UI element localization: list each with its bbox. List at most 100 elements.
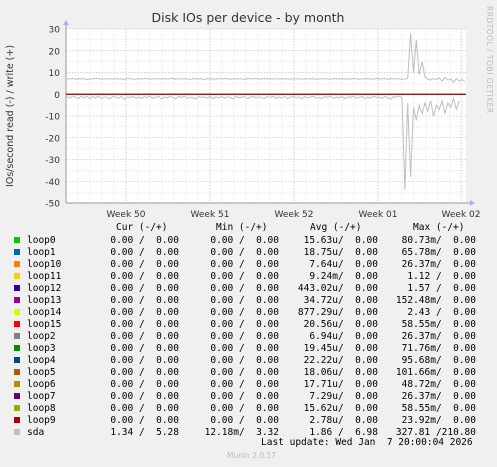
legend-avg-value: 19.45u/ 0.00 [303,343,378,354]
legend-cur-value: 0.00 / 0.00 [110,283,179,294]
legend-min-value: 0.00 / 0.00 [210,367,279,378]
legend-swatch [14,405,20,411]
legend-cur-value: 0.00 / 0.00 [110,295,179,306]
col-header-avg: Avg (-/+) [310,222,362,233]
legend-row: loop1 0.00 / 0.00 0.00 / 0.00 18.75u/ 0.00 6… [0,247,497,259]
legend-cur-value: 0.00 / 0.00 [110,403,179,414]
legend-row: loop7 0.00 / 0.00 0.00 / 0.00 7.29u/ 0.00 26… [0,391,497,403]
legend-avg-value: 7.64u/ 0.00 [309,259,378,270]
legend-min-value: 0.00 / 0.00 [210,415,279,426]
legend-max-value: 48.72m/ 0.00 [401,379,476,390]
legend-max-value: 58.55m/ 0.00 [401,403,476,414]
legend-cur-value: 0.00 / 0.00 [110,271,179,282]
legend-swatch [14,297,20,303]
legend-swatch [14,417,20,423]
legend-device-name: loop5 [27,367,56,378]
legend-min-value: 0.00 / 0.00 [210,391,279,402]
legend-max-value: 65.78m/ 0.00 [401,247,476,258]
legend-row: loop9 0.00 / 0.00 0.00 / 0.00 2.78u/ 0.00 23… [0,415,497,427]
legend-max-value: 101.66m/ 0.00 [395,367,476,378]
legend-cur-value: 1.34 / 5.28 [110,427,179,438]
legend-max-value: 71.76m/ 0.00 [401,343,476,354]
legend-min-value: 0.00 / 0.00 [210,307,279,318]
legend-device-name: loop2 [27,331,56,342]
legend-device-name: loop12 [27,283,62,294]
legend-cur-value: 0.00 / 0.00 [110,259,179,270]
legend-min-value: 0.00 / 0.00 [210,283,279,294]
legend-cur-value: 0.00 / 0.00 [110,343,179,354]
legend-row: loop2 0.00 / 0.00 0.00 / 0.00 6.94u/ 0.00 26… [0,331,497,343]
legend-row: loop12 0.00 / 0.00 0.00 / 0.00 443.02u/ 0.0… [0,283,497,295]
legend-max-value: 1.57 / 0.00 [407,283,476,294]
legend-cur-value: 0.00 / 0.00 [110,415,179,426]
legend-device-name: loop6 [27,379,56,390]
legend-cur-value: 0.00 / 0.00 [110,319,179,330]
legend-min-value: 0.00 / 0.00 [210,295,279,306]
legend-swatch [14,309,20,315]
legend-avg-value: 18.06u/ 0.00 [303,367,378,378]
legend-device-name: loop10 [27,259,62,270]
legend-cur-value: 0.00 / 0.00 [110,247,179,258]
legend-swatch [14,237,20,243]
legend-max-value: 80.73m/ 0.00 [401,235,476,246]
legend-min-value: 0.00 / 0.00 [210,343,279,354]
legend-cur-value: 0.00 / 0.00 [110,391,179,402]
legend-device-name: loop1 [27,247,56,258]
col-header-cur: Cur (-/+) [116,222,168,233]
legend-cur-value: 0.00 / 0.00 [110,331,179,342]
legend-avg-value: 443.02u/ 0.00 [297,283,378,294]
legend-device-name: loop14 [27,307,62,318]
legend-device-name: loop9 [27,415,56,426]
legend-row: loop5 0.00 / 0.00 0.00 / 0.00 18.06u/ 0.00 1… [0,367,497,379]
legend-max-value: 95.68m/ 0.00 [401,355,476,366]
col-header-min: Min (-/+) [216,222,268,233]
legend-swatch [14,273,20,279]
legend-max-value: 2.43 / 0.00 [407,307,476,318]
legend-avg-value: 9.24m/ 0.00 [309,271,378,282]
legend-swatch [14,357,20,363]
legend-avg-value: 877.29u/ 0.00 [297,307,378,318]
legend-device-name: loop8 [27,403,56,414]
legend-avg-value: 15.62u/ 0.00 [303,403,378,414]
legend-max-value: 1.12 / 0.00 [407,271,476,282]
legend-min-value: 0.00 / 0.00 [210,235,279,246]
legend-cur-value: 0.00 / 0.00 [110,379,179,390]
legend-avg-value: 34.72u/ 0.00 [303,295,378,306]
legend-device-name: loop13 [27,295,62,306]
legend-row: loop15 0.00 / 0.00 0.00 / 0.00 20.56u/ 0.00… [0,319,497,331]
legend-avg-value: 2.78u/ 0.00 [309,415,378,426]
legend-avg-value: 22.22u/ 0.00 [303,355,378,366]
legend-swatch [14,381,20,387]
legend-max-value: 23.92m/ 0.00 [401,415,476,426]
legend-max-value: 58.55m/ 0.00 [401,319,476,330]
legend-swatch [14,333,20,339]
legend-row: loop13 0.00 / 0.00 0.00 / 0.00 34.72u/ 0.00… [0,295,497,307]
legend-row: loop4 0.00 / 0.00 0.00 / 0.00 22.22u/ 0.00 9… [0,355,497,367]
legend-row: loop8 0.00 / 0.00 0.00 / 0.00 15.62u/ 0.00 5… [0,403,497,415]
col-header-max: Max (-/+) [413,222,465,233]
legend-device-name: loop7 [27,391,56,402]
legend-swatch [14,393,20,399]
legend-cur-value: 0.00 / 0.00 [110,355,179,366]
legend-min-value: 0.00 / 0.00 [210,271,279,282]
legend-swatch [14,261,20,267]
legend-device-name: loop0 [27,235,56,246]
legend-min-value: 0.00 / 0.00 [210,319,279,330]
legend-max-value: 26.37m/ 0.00 [401,391,476,402]
legend-max-value: 152.48m/ 0.00 [395,295,476,306]
legend-row: loop14 0.00 / 0.00 0.00 / 0.00 877.29u/ 0.0… [0,307,497,319]
legend-avg-value: 15.63u/ 0.00 [303,235,378,246]
legend-device-name: loop15 [27,319,62,330]
legend-min-value: 0.00 / 0.00 [210,403,279,414]
legend-device-name: loop4 [27,355,56,366]
legend-max-value: 26.37m/ 0.00 [401,331,476,342]
legend-row: loop0 0.00 / 0.00 0.00 / 0.00 15.63u/ 0.00 8… [0,235,497,247]
legend-row: loop11 0.00 / 0.00 0.00 / 0.00 9.24m/ 0.00 1… [0,271,497,283]
legend-table: Cur (-/+) Min (-/+) Avg (-/+) Max (-/+) … [0,0,497,467]
legend-swatch [14,345,20,351]
legend-min-value: 0.00 / 0.00 [210,331,279,342]
legend-swatch [14,369,20,375]
legend-min-value: 0.00 / 0.00 [210,355,279,366]
legend-avg-value: 20.56u/ 0.00 [303,319,378,330]
legend-cur-value: 0.00 / 0.00 [110,367,179,378]
